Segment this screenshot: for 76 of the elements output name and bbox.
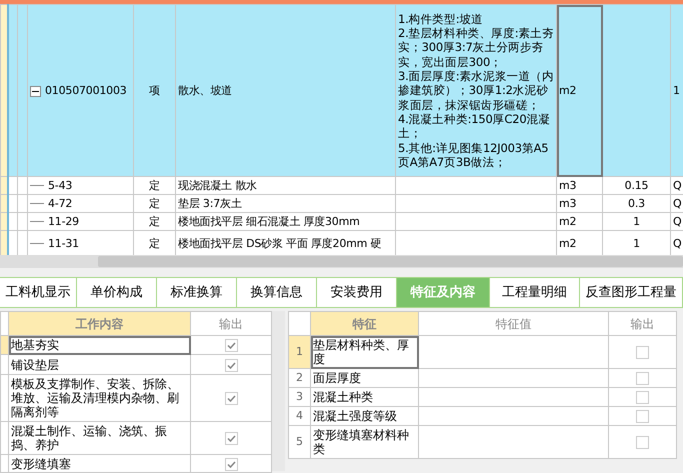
column-header: 特征 bbox=[310, 312, 418, 336]
checkbox[interactable] bbox=[636, 410, 649, 424]
checkbox[interactable] bbox=[224, 392, 238, 406]
checkbox[interactable] bbox=[224, 358, 238, 372]
row-number[interactable]: 5 bbox=[288, 426, 310, 458]
item-quantity: 1 bbox=[633, 214, 640, 228]
row-header[interactable] bbox=[0, 336, 8, 354]
item-code: 11-29 bbox=[48, 214, 79, 228]
tab[interactable]: 标准换算 bbox=[157, 278, 237, 307]
item-unit: m2 bbox=[559, 236, 576, 250]
item-unit: m2 bbox=[559, 214, 576, 228]
checkbox[interactable] bbox=[224, 458, 238, 471]
table-cell: 铺设垫层 bbox=[8, 354, 190, 374]
item-code: 5-43 bbox=[48, 178, 72, 192]
table-cell: 混凝土制作、运输、浇筑、振捣、养护 bbox=[8, 422, 190, 454]
checkbox[interactable] bbox=[636, 436, 649, 450]
item-unit: m3 bbox=[559, 178, 576, 192]
table-cell: 垫层材料种类、厚度 bbox=[310, 336, 418, 368]
scrollbar-thumb[interactable] bbox=[98, 256, 683, 267]
item-unit: m2 bbox=[559, 84, 576, 96]
checkbox[interactable] bbox=[636, 372, 649, 386]
item-code: 4-72 bbox=[48, 196, 72, 210]
column-header: 输出 bbox=[608, 312, 676, 336]
tab[interactable]: 工料机显示 bbox=[0, 278, 77, 307]
cell-text: Q bbox=[673, 236, 682, 250]
cell-text: Q bbox=[673, 196, 682, 210]
item-type: 定 bbox=[149, 178, 160, 192]
tab[interactable]: 单价构成 bbox=[77, 278, 157, 307]
item-quantity: 0.15 bbox=[624, 178, 648, 192]
tab[interactable]: 换算信息 bbox=[237, 278, 317, 307]
item-features: 1.构件类型:坡道 2.垫层材料种类、厚度:素土夯实；300厚3:7灰土分两步夯实，宽出面层300； 3.面层厚度:素水泥浆一道（内掺建筑胶）；30厚1:2水泥砂浆面层，抹深锯齿形礓磋； 4.混凝土种类:150厚C20混凝土； 5.其他:详见图集12J003第A5页A第A7页3B做法； bbox=[396, 4, 556, 176]
item-name: 楼地面找平层 DS砂浆 平面 厚度20mm 硬 bbox=[178, 236, 382, 250]
item-type: 定 bbox=[149, 236, 160, 250]
cell-text: Q bbox=[673, 214, 682, 228]
collapse-icon[interactable] bbox=[30, 84, 41, 96]
item-name: 垫层 3:7灰土 bbox=[178, 196, 242, 210]
row-number[interactable]: 3 bbox=[288, 388, 310, 406]
tab[interactable]: 安装费用 bbox=[317, 278, 397, 307]
row-header[interactable] bbox=[0, 454, 8, 472]
column-header: 输出 bbox=[190, 312, 272, 336]
item-name: 楼地面找平层 细石混凝土 厚度30mm bbox=[178, 214, 360, 228]
item-code: 11-31 bbox=[48, 236, 79, 250]
item-type: 项 bbox=[149, 84, 160, 96]
column-header: 特征值 bbox=[418, 312, 608, 336]
tab[interactable]: 工程量明细 bbox=[490, 278, 580, 307]
table-cell: 变形缝填塞 bbox=[8, 454, 190, 472]
row-number[interactable]: 4 bbox=[288, 406, 310, 426]
item-type: 定 bbox=[149, 196, 160, 210]
table-cell: 面层厚度 bbox=[310, 368, 418, 388]
item-code: 010507001003 bbox=[45, 84, 127, 96]
vertical-scrollbar[interactable] bbox=[272, 311, 285, 471]
row-number[interactable]: 2 bbox=[288, 368, 310, 388]
checkbox[interactable] bbox=[636, 391, 649, 404]
horizontal-scrollbar[interactable] bbox=[0, 255, 683, 268]
checkbox[interactable] bbox=[224, 432, 238, 446]
table-cell: 模板及支撑制作、安装、拆除、堆放、运输及清理模内杂物、刷隔离剂等 bbox=[8, 374, 190, 422]
item-unit: m3 bbox=[559, 196, 576, 210]
checkbox[interactable] bbox=[224, 339, 238, 352]
checkbox[interactable] bbox=[636, 346, 649, 360]
row-header[interactable] bbox=[0, 374, 8, 422]
cell-text: Q bbox=[673, 178, 682, 192]
row-header[interactable] bbox=[0, 354, 8, 374]
item-type: 定 bbox=[149, 214, 160, 228]
table-cell: 混凝土种类 bbox=[310, 388, 418, 406]
row-number[interactable]: 1 bbox=[288, 336, 310, 368]
item-name: 现浇混凝土 散水 bbox=[178, 178, 257, 192]
cell-text: 1 bbox=[673, 84, 680, 96]
item-quantity: 1 bbox=[633, 236, 640, 250]
table-cell: 混凝土强度等级 bbox=[310, 406, 418, 426]
item-quantity: 0.3 bbox=[628, 196, 645, 210]
item-name: 散水、坡道 bbox=[178, 84, 232, 96]
column-header: 工作内容 bbox=[8, 312, 190, 336]
row-header[interactable] bbox=[0, 422, 8, 454]
table-cell: 地基夯实 bbox=[8, 336, 190, 354]
tab[interactable]: 反查图形工程量 bbox=[580, 278, 683, 307]
table-cell: 变形缝填塞材料种类 bbox=[310, 426, 418, 458]
